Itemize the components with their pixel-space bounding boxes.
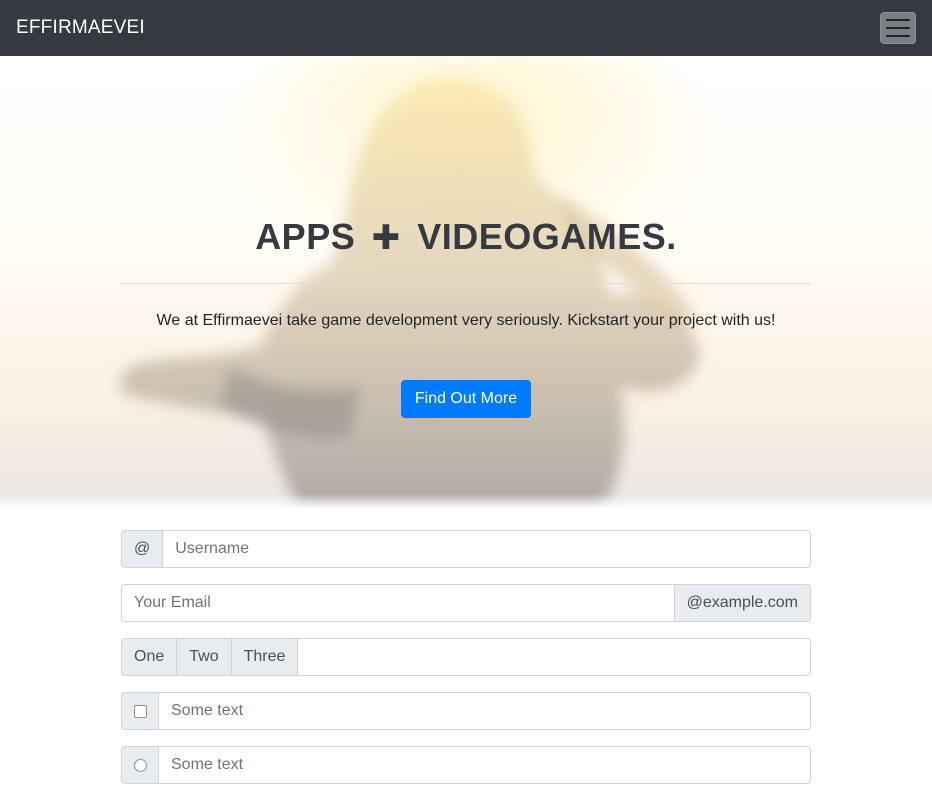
hero-section: APPS ✚ VIDEOGAMES. We at Effirmaevei tak… <box>0 56 932 508</box>
radio-group: Some text <box>121 746 811 784</box>
addon-two: Two <box>177 638 232 676</box>
at-prefix-addon: @ <box>121 530 164 568</box>
radio-button[interactable] <box>133 758 147 772</box>
radio-text-placeholder: Some text <box>171 756 244 773</box>
username-placeholder: Username <box>175 540 250 557</box>
email-input[interactable]: Your Email <box>121 584 675 622</box>
hero-title-apps: APPS <box>255 216 356 257</box>
checkbox[interactable] <box>133 704 147 718</box>
plus-icon: ✚ <box>371 219 401 257</box>
radio-addon <box>121 746 159 784</box>
hero-title: APPS ✚ VIDEOGAMES. <box>0 216 932 258</box>
hero-title-videogames: VIDEOGAMES. <box>417 216 677 257</box>
input-group-form: @ Username Your Email @example.com One T… <box>121 530 811 800</box>
checkbox-text-input[interactable]: Some text <box>159 692 811 730</box>
multi-addon-input[interactable] <box>298 638 811 676</box>
checkbox-group: Some text <box>121 692 811 730</box>
hero-fade <box>0 494 932 508</box>
hamburger-line <box>886 27 910 29</box>
checkbox-text-placeholder: Some text <box>171 702 244 719</box>
brand-link[interactable]: EFFIRMAEVEI <box>16 17 145 39</box>
hamburger-line <box>886 19 910 21</box>
radio-text-input[interactable]: Some text <box>159 746 811 784</box>
multi-addon-group: One Two Three <box>121 638 811 676</box>
hero-divider <box>121 283 811 284</box>
navbar-toggler-button[interactable] <box>880 12 916 44</box>
username-group: @ Username <box>121 530 811 568</box>
checkbox-addon <box>121 692 159 730</box>
addon-one: One <box>121 638 178 676</box>
hero-background-image <box>119 56 730 508</box>
email-group: Your Email @example.com <box>121 584 811 622</box>
email-domain-addon: @example.com <box>674 584 811 622</box>
hamburger-line <box>886 35 910 37</box>
email-placeholder: Your Email <box>134 594 211 611</box>
find-out-more-button[interactable]: Find Out More <box>401 380 531 418</box>
navbar: EFFIRMAEVEI <box>0 0 932 56</box>
username-input[interactable]: Username <box>163 530 811 568</box>
addon-three: Three <box>231 638 299 676</box>
hero-description: We at Effirmaevei take game development … <box>156 312 776 329</box>
